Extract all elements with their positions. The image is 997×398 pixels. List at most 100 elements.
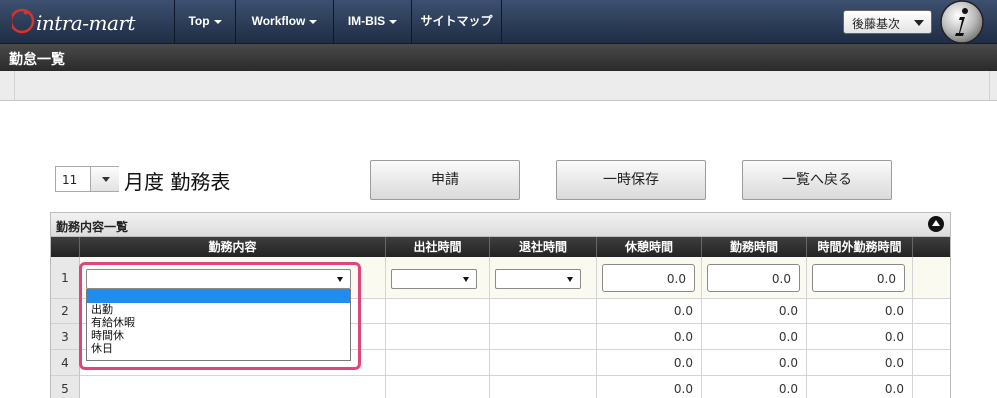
column-header-spacer	[913, 237, 950, 257]
clock-out-cell	[490, 324, 597, 350]
column-header-work-time: 勤務時間	[702, 237, 807, 257]
nav-im-bis-label: IM-BIS	[347, 14, 386, 28]
top-navigation-bar: intra-mart Top Workflow IM-BIS サイトマップ 後藤…	[0, 0, 997, 44]
clock-out-cell	[490, 376, 597, 398]
collapse-up-icon[interactable]	[928, 216, 944, 232]
row-number: 2	[51, 299, 80, 324]
break-cell: 0.0	[597, 376, 702, 398]
row-number: 1	[51, 257, 80, 299]
sub-toolbar-panel	[14, 71, 990, 100]
break-value: 0.0	[673, 304, 693, 318]
month-value: 11	[62, 173, 78, 187]
clock-in-cell	[386, 299, 490, 324]
highlight-annotation-box	[79, 262, 361, 370]
overtime-value: 0.0	[884, 382, 904, 396]
temp-save-button[interactable]: 一時保存	[556, 160, 706, 200]
overtime-value: 0.0	[884, 304, 904, 318]
nav-sitemap[interactable]: サイトマップ	[412, 0, 502, 44]
break-cell: 0.0	[597, 350, 702, 376]
break-cell: 0.0	[597, 324, 702, 350]
column-header-break: 休憩時間	[597, 237, 702, 257]
clock-out-cell	[490, 299, 597, 324]
user-menu-select[interactable]: 後藤基次	[843, 10, 932, 34]
column-header-overtime: 時間外勤務時間	[807, 237, 913, 257]
break-cell: 0.0	[597, 299, 702, 324]
row-spacer-cell	[913, 376, 950, 398]
overtime-cell: 0.0	[807, 299, 913, 324]
clock-in-select[interactable]	[391, 269, 477, 289]
work-time-cell: 0.0	[702, 324, 807, 350]
break-input[interactable]: 0.0	[602, 264, 695, 292]
row-number: 5	[51, 376, 80, 398]
intra-mart-logo[interactable]: intra-mart	[0, 0, 175, 44]
clock-in-cell	[386, 350, 490, 376]
nav-top-label: Top	[188, 14, 210, 28]
apply-button[interactable]: 申請	[370, 160, 520, 200]
user-name: 後藤基次	[852, 17, 901, 31]
page-title: 勤怠一覧	[9, 52, 65, 68]
month-dropdown-button[interactable]	[90, 167, 119, 191]
clock-out-cell	[490, 350, 597, 376]
overtime-cell: 0.0	[807, 376, 913, 398]
caret-down-icon	[213, 19, 222, 24]
overtime-value: 0.0	[884, 330, 904, 344]
back-to-list-button[interactable]: 一覧へ戻る	[742, 160, 892, 200]
clock-in-cell	[386, 324, 490, 350]
nav-workflow-label: Workflow	[251, 14, 306, 28]
caret-down-icon	[389, 19, 398, 24]
caret-down-icon	[309, 19, 318, 24]
row-number: 3	[51, 324, 80, 350]
sub-toolbar	[0, 71, 997, 101]
overtime-value: 0.0	[876, 272, 896, 286]
row-spacer-cell	[913, 299, 950, 324]
row-spacer-cell	[913, 257, 950, 299]
nav-im-bis[interactable]: IM-BIS	[334, 0, 412, 44]
month-select[interactable]: 11	[55, 166, 119, 192]
arrow-up-icon	[932, 220, 940, 226]
overtime-input[interactable]: 0.0	[812, 264, 905, 292]
clock-out-select[interactable]	[495, 269, 581, 289]
column-header-work-content: 勤務内容	[80, 237, 386, 257]
page-title-bar: 勤怠一覧	[0, 44, 997, 71]
row-spacer-cell	[913, 324, 950, 350]
work-time-cell: 0.0	[702, 376, 807, 398]
overtime-cell: 0.0	[807, 324, 913, 350]
nav-sitemap-label: サイトマップ	[420, 14, 493, 28]
work-time-cell: 0.0	[702, 257, 807, 299]
work-time-cell: 0.0	[702, 299, 807, 324]
column-header-clock-in: 出社時間	[386, 237, 490, 257]
row-number: 4	[51, 350, 80, 376]
clock-in-cell	[386, 257, 490, 299]
work-time-input[interactable]: 0.0	[707, 264, 800, 292]
break-value: 0.0	[666, 272, 686, 286]
break-value: 0.0	[673, 382, 693, 396]
clock-in-cell	[386, 376, 490, 398]
user-avatar-icon[interactable]	[938, 0, 986, 44]
work-time-value: 0.0	[778, 382, 798, 396]
overtime-cell: 0.0	[807, 257, 913, 299]
caret-down-icon	[463, 277, 469, 282]
work-time-value: 0.0	[771, 272, 791, 286]
caret-down-icon	[914, 20, 924, 26]
break-value: 0.0	[673, 330, 693, 344]
caret-down-icon	[102, 177, 110, 182]
work-time-value: 0.0	[778, 356, 798, 370]
overtime-cell: 0.0	[807, 350, 913, 376]
break-value: 0.0	[673, 356, 693, 370]
overtime-value: 0.0	[884, 356, 904, 370]
column-header-rownum	[51, 237, 80, 257]
nav-top[interactable]: Top	[175, 0, 236, 44]
work-time-value: 0.0	[778, 304, 798, 318]
work-time-value: 0.0	[778, 330, 798, 344]
section-title: 勤務内容一覧	[56, 220, 129, 234]
work-time-cell: 0.0	[702, 350, 807, 376]
caret-down-icon	[567, 277, 573, 282]
clock-out-cell	[490, 257, 597, 299]
nav-workflow[interactable]: Workflow	[236, 0, 334, 44]
section-header: 勤務内容一覧	[51, 213, 950, 237]
timesheet-title: 月度 勤務表	[124, 170, 231, 194]
work-content-cell	[80, 376, 386, 398]
column-header-clock-out: 退社時間	[490, 237, 597, 257]
logo-text: intra-mart	[36, 11, 136, 35]
break-cell: 0.0	[597, 257, 702, 299]
